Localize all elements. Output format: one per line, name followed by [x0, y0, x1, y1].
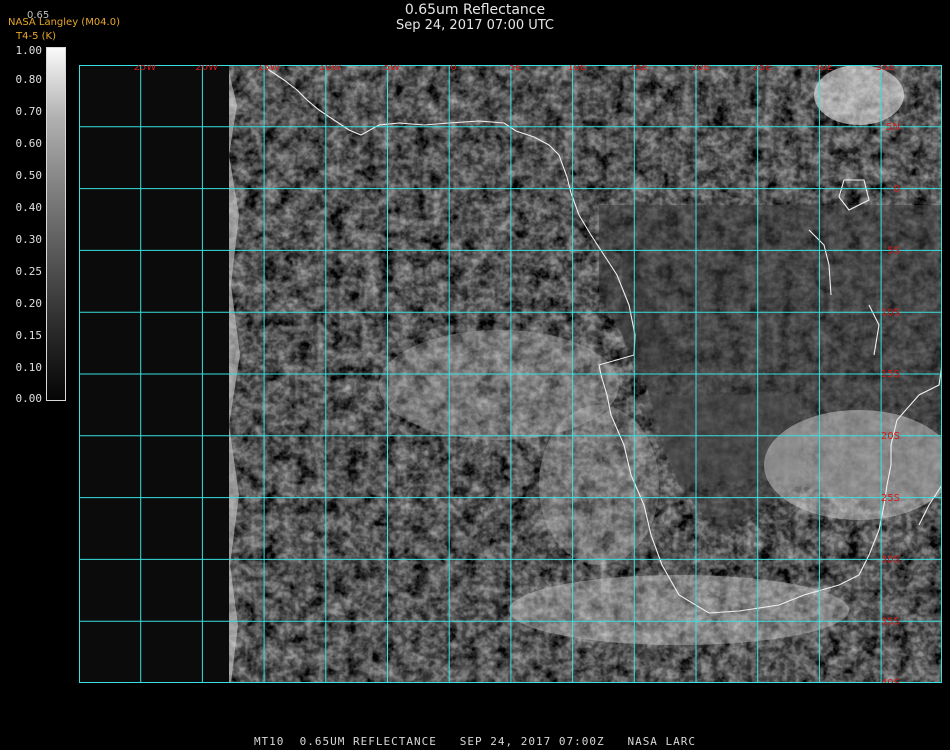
- longitude-label: 15E: [629, 65, 648, 73]
- colorbar-label: 0.70: [15, 105, 43, 118]
- longitude-label: 15W: [257, 65, 280, 73]
- colorbar-label: 0.40: [15, 201, 43, 214]
- longitude-label: 10E: [567, 65, 586, 73]
- longitude-label: 5E: [509, 65, 522, 73]
- longitude-label: 25W: [134, 65, 157, 73]
- image-datetime: Sep 24, 2017 07:00 UTC: [395, 18, 555, 33]
- colorbar-label: 0.00: [15, 392, 43, 405]
- latitude-label: 40S: [881, 678, 900, 683]
- satellite-image-viewer: 0.65um Reflectance Sep 24, 2017 07:00 UT…: [0, 0, 950, 750]
- longitude-label: 25E: [752, 65, 771, 73]
- longitude-label: 20W: [195, 65, 218, 73]
- latitude-label: 30S: [881, 555, 900, 566]
- credit-variable: T4-5 (K): [16, 31, 56, 42]
- latitude-label: 25S: [881, 493, 900, 504]
- colorbar-label: 0.50: [15, 169, 43, 182]
- colorbar-label: 0.30: [15, 233, 43, 246]
- latitude-label: 5N: [886, 122, 900, 133]
- longitude-label: 0: [450, 65, 456, 73]
- latitude-label: 20S: [881, 431, 900, 442]
- colorbar-label: 1.00: [15, 44, 43, 57]
- longitude-label: 30E: [814, 65, 833, 73]
- latitude-label: 35S: [881, 616, 900, 627]
- longitude-label: 10W: [319, 65, 342, 73]
- colorbar-label: 0.60: [15, 137, 43, 150]
- longitude-label: 20E: [691, 65, 710, 73]
- latitude-label: 0: [894, 184, 900, 195]
- longitude-label: 5W: [384, 65, 400, 73]
- latitude-label: 10S: [881, 307, 900, 318]
- footer-caption: MT10 0.65UM REFLECTANCE SEP 24, 2017 07:…: [253, 735, 697, 748]
- latitude-label: 5S: [887, 246, 900, 257]
- colorbar-label: 0.80: [15, 73, 43, 86]
- product-title: 0.65um Reflectance: [404, 2, 546, 18]
- colorbar-label: 0.15: [15, 329, 43, 342]
- colorbar-label: 0.10: [15, 361, 43, 374]
- latitude-label: 15S: [881, 369, 900, 380]
- colorbar-label: 0.20: [15, 297, 43, 310]
- satellite-map[interactable]: 25W 20W 15W 10W 5W 0 5E 10E 15E 20E 25E 30E 35E 5N 0 5…: [79, 65, 942, 683]
- longitude-label: 35E: [876, 65, 895, 73]
- colorbar-label: 0.25: [15, 265, 43, 278]
- colorbar: [46, 47, 66, 401]
- map-canvas: 25W 20W 15W 10W 5W 0 5E 10E 15E 20E 25E 30E 35E 5N 0 5…: [79, 65, 942, 683]
- credit-organization: NASA Langley (M04.0): [8, 17, 120, 28]
